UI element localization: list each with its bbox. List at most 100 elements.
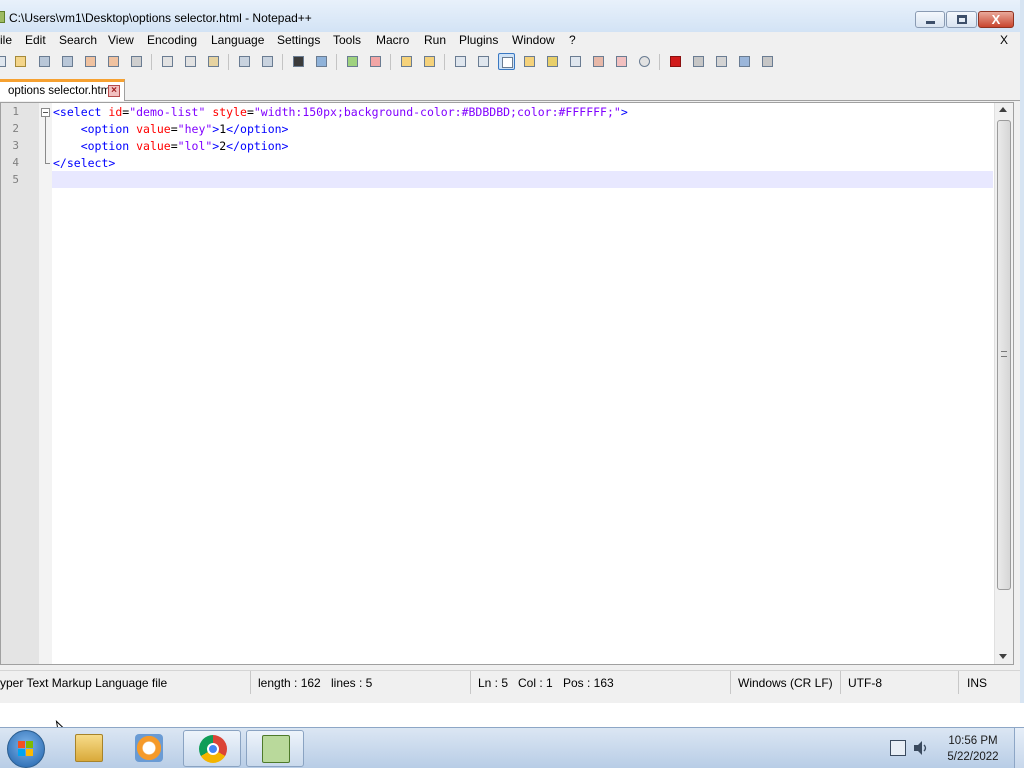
taskbar-notepadpp[interactable] bbox=[246, 730, 304, 767]
status-encoding: UTF-8 bbox=[848, 676, 882, 690]
status-insert-mode: INS bbox=[967, 676, 988, 690]
folder-workspace-icon[interactable] bbox=[613, 53, 630, 70]
maximize-button[interactable] bbox=[946, 11, 977, 28]
menu-window[interactable]: Window bbox=[512, 33, 555, 47]
doc-list-icon[interactable] bbox=[567, 53, 584, 70]
fold-line bbox=[45, 117, 46, 164]
word-wrap-icon[interactable] bbox=[452, 53, 469, 70]
clock-date[interactable]: 5/22/2022 bbox=[940, 751, 1006, 763]
menu-plugins[interactable]: Plugins bbox=[459, 33, 498, 47]
stop-macro-icon[interactable] bbox=[690, 53, 707, 70]
run-macro-multiple-icon[interactable] bbox=[736, 53, 753, 70]
zoom-out-icon[interactable] bbox=[367, 53, 384, 70]
play-macro-icon[interactable] bbox=[713, 53, 730, 70]
menu-macro[interactable]: Macro bbox=[376, 33, 409, 47]
close-all-icon[interactable] bbox=[105, 53, 122, 70]
media-player-icon bbox=[135, 734, 163, 762]
status-lines: lines : 5 bbox=[331, 676, 373, 690]
chrome-icon bbox=[199, 735, 227, 763]
print-icon[interactable] bbox=[128, 53, 145, 70]
copy-icon[interactable] bbox=[182, 53, 199, 70]
window-title: C:\Users\vm1\Desktop\options selector.ht… bbox=[9, 11, 312, 25]
clock-time[interactable]: 10:56 PM bbox=[940, 735, 1006, 747]
status-divider bbox=[730, 671, 731, 694]
tab-options-selector[interactable]: options selector.html × bbox=[0, 79, 125, 101]
doc-map-icon[interactable] bbox=[544, 53, 561, 70]
taskbar-file-explorer[interactable] bbox=[60, 730, 118, 767]
menu-file[interactable]: ile bbox=[0, 33, 12, 47]
code-line-1: <select id="demo-list" style="width:150p… bbox=[53, 105, 628, 119]
cut-icon[interactable] bbox=[159, 53, 176, 70]
file-explorer-icon bbox=[75, 734, 103, 762]
menu-help[interactable]: ? bbox=[569, 33, 576, 47]
vertical-scrollbar[interactable] bbox=[994, 103, 1013, 664]
close-icon: X bbox=[991, 12, 1001, 27]
taskbar-chrome[interactable] bbox=[183, 730, 241, 767]
sync-horizontal-icon[interactable] bbox=[421, 53, 438, 70]
menu-search[interactable]: Search bbox=[59, 33, 97, 47]
paste-icon[interactable] bbox=[205, 53, 222, 70]
toolbar-separator bbox=[444, 54, 445, 70]
start-button[interactable] bbox=[7, 730, 45, 768]
status-divider bbox=[958, 671, 959, 694]
menu-language[interactable]: Language bbox=[211, 33, 264, 47]
title-bar[interactable]: C:\Users\vm1\Desktop\options selector.ht… bbox=[0, 0, 1020, 32]
line-number-gutter: 1 2 3 4 5 bbox=[1, 103, 39, 664]
menu-run[interactable]: Run bbox=[424, 33, 446, 47]
minimize-icon bbox=[926, 21, 935, 24]
menu-settings[interactable]: Settings bbox=[277, 33, 320, 47]
close-icon[interactable] bbox=[82, 53, 99, 70]
user-language-icon[interactable] bbox=[521, 53, 538, 70]
status-bar: yper Text Markup Language file length : … bbox=[0, 670, 1020, 694]
volume-icon[interactable] bbox=[913, 740, 929, 756]
replace-icon[interactable] bbox=[313, 53, 330, 70]
line-number: 2 bbox=[12, 122, 19, 135]
menu-tools[interactable]: Tools bbox=[333, 33, 361, 47]
status-divider bbox=[840, 671, 841, 694]
open-file-icon[interactable] bbox=[12, 53, 29, 70]
show-all-chars-icon[interactable] bbox=[475, 53, 492, 70]
function-list-icon[interactable] bbox=[590, 53, 607, 70]
record-macro-icon[interactable] bbox=[667, 53, 684, 70]
toolbar-separator bbox=[228, 54, 229, 70]
network-icon[interactable] bbox=[890, 740, 906, 756]
line-number: 1 bbox=[12, 105, 19, 118]
new-file-icon[interactable] bbox=[0, 53, 9, 70]
indent-guide-icon[interactable] bbox=[498, 53, 515, 70]
zoom-in-icon[interactable] bbox=[344, 53, 361, 70]
scroll-up-icon[interactable] bbox=[999, 107, 1007, 112]
close-document-button[interactable]: X bbox=[1000, 33, 1008, 47]
save-icon[interactable] bbox=[36, 53, 53, 70]
tab-close-icon[interactable]: × bbox=[108, 85, 120, 97]
scroll-down-icon[interactable] bbox=[999, 654, 1007, 659]
taskbar-media-player[interactable] bbox=[120, 730, 178, 767]
desktop-background bbox=[0, 703, 1024, 727]
show-desktop-button[interactable] bbox=[1014, 728, 1024, 768]
find-icon[interactable] bbox=[290, 53, 307, 70]
menu-edit[interactable]: Edit bbox=[25, 33, 46, 47]
maximize-icon bbox=[957, 15, 967, 24]
close-window-button[interactable]: X bbox=[978, 11, 1014, 28]
windows-logo-icon bbox=[18, 741, 34, 757]
fold-toggle-icon[interactable] bbox=[41, 108, 50, 117]
taskbar: 10:56 PM 5/22/2022 bbox=[0, 727, 1024, 768]
save-macro-icon[interactable] bbox=[759, 53, 776, 70]
notepad-plus-plus-icon bbox=[262, 735, 290, 763]
toolbar bbox=[0, 50, 1020, 74]
redo-icon[interactable] bbox=[259, 53, 276, 70]
status-divider bbox=[250, 671, 251, 694]
monitoring-icon[interactable] bbox=[636, 53, 653, 70]
code-editor[interactable]: 1 2 3 4 5 <select id="demo-list" style="… bbox=[0, 102, 1014, 665]
sync-vertical-icon[interactable] bbox=[398, 53, 415, 70]
menu-view[interactable]: View bbox=[108, 33, 134, 47]
document-tab-bar: options selector.html × bbox=[0, 76, 1020, 101]
menu-encoding[interactable]: Encoding bbox=[147, 33, 197, 47]
undo-icon[interactable] bbox=[236, 53, 253, 70]
minimize-button[interactable] bbox=[915, 11, 945, 28]
current-line-highlight bbox=[52, 171, 993, 188]
toolbar-separator bbox=[390, 54, 391, 70]
status-divider bbox=[470, 671, 471, 694]
fold-end bbox=[45, 163, 50, 164]
scroll-thumb[interactable] bbox=[997, 120, 1011, 590]
save-all-icon[interactable] bbox=[59, 53, 76, 70]
